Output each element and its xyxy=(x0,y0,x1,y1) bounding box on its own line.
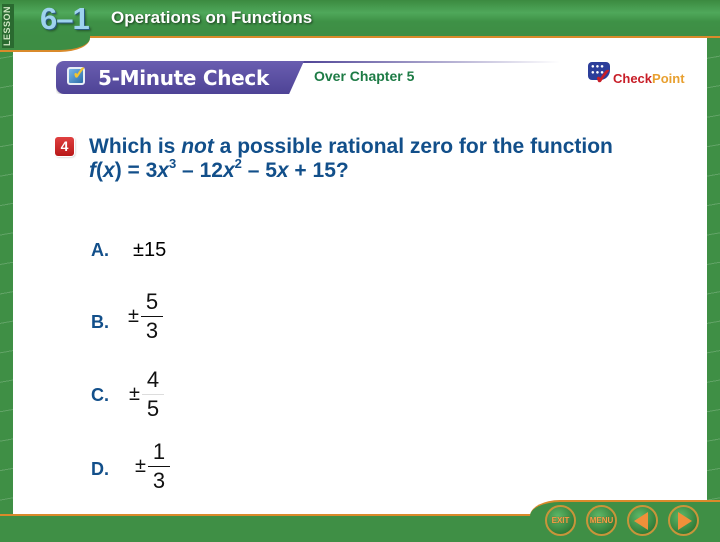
chapter-label: Over Chapter 5 xyxy=(314,68,415,84)
fraction: 5 3 xyxy=(140,290,163,343)
choice-b-letter[interactable]: B. xyxy=(91,312,109,333)
fraction-bar xyxy=(140,316,163,317)
menu-button[interactable]: MENU xyxy=(586,505,617,536)
fraction-bar xyxy=(141,394,164,395)
banner-title: 5-Minute Check xyxy=(98,66,269,90)
question-text: Which is not a possible rational zero fo… xyxy=(89,135,613,182)
fraction-bar xyxy=(147,466,170,467)
next-button[interactable] xyxy=(668,505,699,536)
exit-button[interactable]: EXIT xyxy=(545,505,576,536)
previous-button[interactable] xyxy=(627,505,658,536)
checkbox-check-icon: ✓ xyxy=(67,63,87,85)
logo-point-text: Point xyxy=(652,71,685,86)
choice-d-letter[interactable]: D. xyxy=(91,459,109,480)
fraction: 1 3 xyxy=(147,440,170,493)
choice-d-value[interactable]: ± 1 3 xyxy=(135,440,170,493)
choice-b-value[interactable]: ± 5 3 xyxy=(128,290,163,343)
choice-c-value[interactable]: ± 4 5 xyxy=(129,368,164,421)
left-frame xyxy=(0,0,13,540)
fraction: 4 5 xyxy=(141,368,164,421)
choice-a-letter[interactable]: A. xyxy=(91,240,109,261)
header-bar xyxy=(0,0,720,38)
choice-c-letter[interactable]: C. xyxy=(91,385,109,406)
checkmark-icon: ✓ xyxy=(594,64,613,89)
previous-icon xyxy=(634,511,648,530)
logo-check-text: Check xyxy=(613,71,653,86)
banner-divider xyxy=(300,61,560,63)
lesson-label: LESSON xyxy=(2,4,14,48)
next-icon xyxy=(678,511,692,530)
checkpoint-logo: ●●● ●●● ✓ CheckPoint xyxy=(588,62,688,90)
lesson-number: 6–1 xyxy=(40,1,90,36)
choice-a-value[interactable]: ±15 xyxy=(133,239,166,262)
question-number-badge: 4 xyxy=(55,137,74,156)
lesson-title: Operations on Functions xyxy=(111,8,313,27)
five-minute-check-banner: ✓ 5-Minute Check xyxy=(56,61,304,94)
navigation-buttons: EXIT MENU xyxy=(545,505,699,536)
right-frame xyxy=(707,0,720,540)
